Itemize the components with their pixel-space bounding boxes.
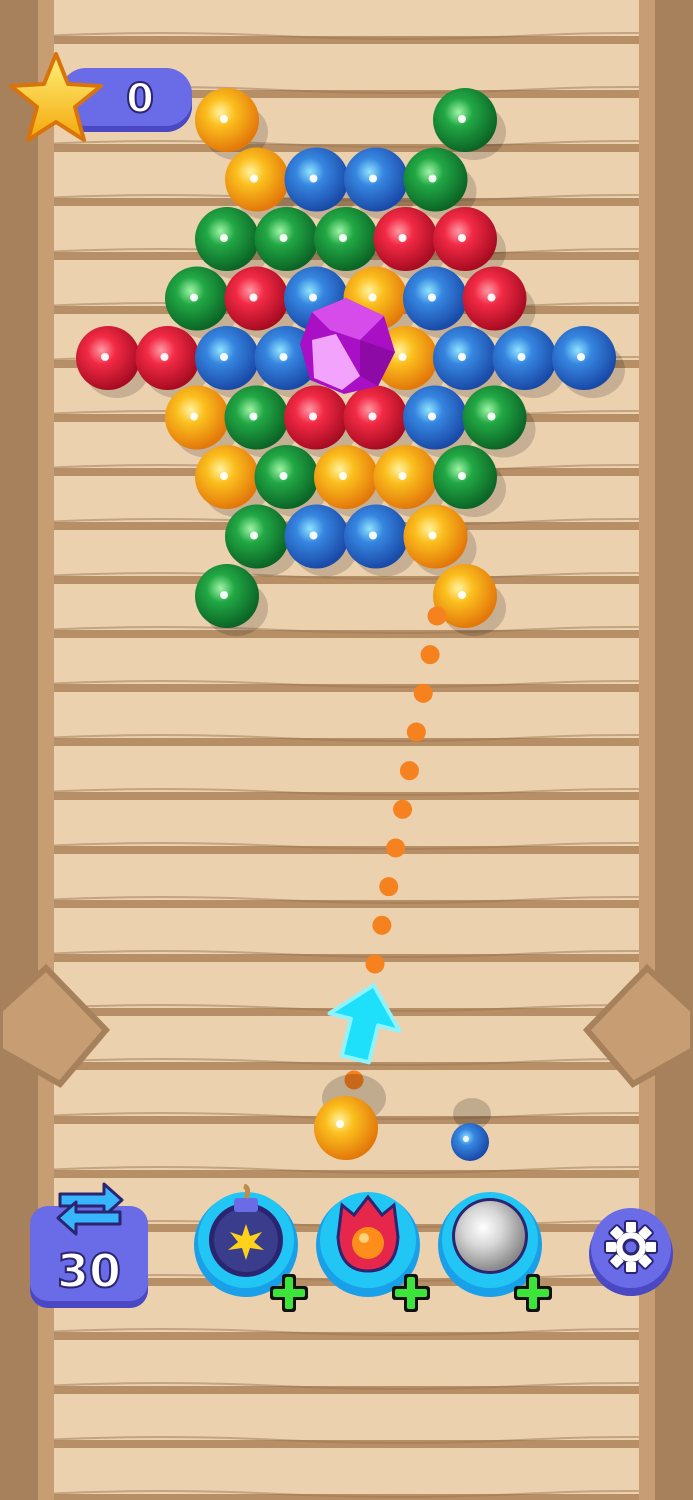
fire-booster[interactable] (316, 1192, 430, 1312)
bubble-shine (339, 472, 347, 480)
aim-dot (399, 761, 419, 781)
swap-arrows-icon[interactable] (54, 1176, 126, 1238)
bubble-shine (190, 293, 198, 302)
plank-seam (0, 1332, 693, 1340)
plank-seam (0, 36, 693, 44)
bubble-shine (428, 174, 437, 183)
plank-seam (0, 846, 693, 854)
aim-dot (386, 838, 406, 858)
bubble-shine (220, 591, 228, 599)
aim-dot (427, 606, 447, 626)
bubble-shine (309, 293, 317, 302)
bubble-shine (309, 174, 318, 183)
aim-dot (406, 722, 426, 742)
star-icon (9, 52, 103, 142)
bubble-shine (220, 234, 228, 242)
bubble-shine (368, 412, 377, 421)
bubble-shine (339, 234, 347, 242)
bubble-shine (368, 293, 377, 302)
shots-remaining-count: 30 (56, 1243, 122, 1299)
bubble-shine (369, 174, 377, 183)
bubble-shine (279, 472, 288, 480)
bubble-shine (250, 531, 258, 540)
bubble-shine (517, 353, 526, 361)
bubble-shine (458, 234, 466, 242)
plank-seam (0, 900, 693, 908)
bubble-shine (369, 531, 377, 540)
bomb-booster[interactable] (194, 1183, 308, 1312)
plank-seam (0, 576, 693, 584)
fire-icon (336, 1194, 400, 1273)
bubble-shine (249, 412, 258, 421)
aim-dot (365, 954, 385, 974)
gear-icon (604, 1220, 658, 1274)
bubble-shine (220, 472, 228, 480)
plank-seam (0, 630, 693, 638)
current-ball-shine (336, 1120, 344, 1128)
next-ball[interactable] (451, 1123, 489, 1161)
bubble-shine (577, 353, 585, 361)
plank-seam (0, 738, 693, 746)
aim-dot (420, 645, 440, 665)
bubble-shine (279, 353, 288, 361)
current-ball[interactable] (314, 1096, 378, 1160)
bubble-shine (487, 293, 496, 302)
bubble-shine (428, 412, 436, 421)
bubble-shine (250, 174, 258, 183)
bubble-shine (220, 115, 228, 123)
plank-seam (0, 954, 693, 962)
aim-dot (379, 877, 399, 897)
bubble-shine (101, 353, 109, 361)
bubble-shine (279, 234, 288, 242)
bubble-shine (458, 353, 466, 361)
bubble-shine (309, 412, 317, 421)
aim-dot (393, 799, 413, 819)
bubble-shine (398, 353, 407, 361)
bubble-shine (428, 531, 437, 540)
plank-seam (0, 684, 693, 692)
bubble-shine (398, 472, 407, 480)
bubble-shine (458, 115, 466, 123)
plank-seam (0, 1440, 693, 1448)
plank-seam (0, 1386, 693, 1394)
plank-seam (0, 792, 693, 800)
bubble-shine (190, 412, 198, 421)
aim-dot (413, 683, 433, 703)
settings-button[interactable] (589, 1208, 673, 1296)
aim-dot (372, 915, 392, 935)
bubble-shine (160, 353, 169, 361)
score-value: 0 (125, 75, 155, 123)
bubble-shine (458, 472, 466, 480)
silver-ball-icon (452, 1198, 528, 1274)
silver-ball-booster[interactable] (438, 1192, 552, 1312)
bubble-shine (309, 531, 318, 540)
bubble-shine (220, 353, 228, 361)
bubble-shine (398, 234, 407, 242)
bubble-shine (428, 293, 436, 302)
aim-arrow-icon[interactable] (320, 976, 408, 1067)
bubble-shine (487, 412, 496, 421)
next-ball-shine (463, 1136, 469, 1142)
bubble-shine (458, 591, 466, 599)
plank-seam (0, 1062, 693, 1070)
bubble-shine (249, 293, 258, 302)
